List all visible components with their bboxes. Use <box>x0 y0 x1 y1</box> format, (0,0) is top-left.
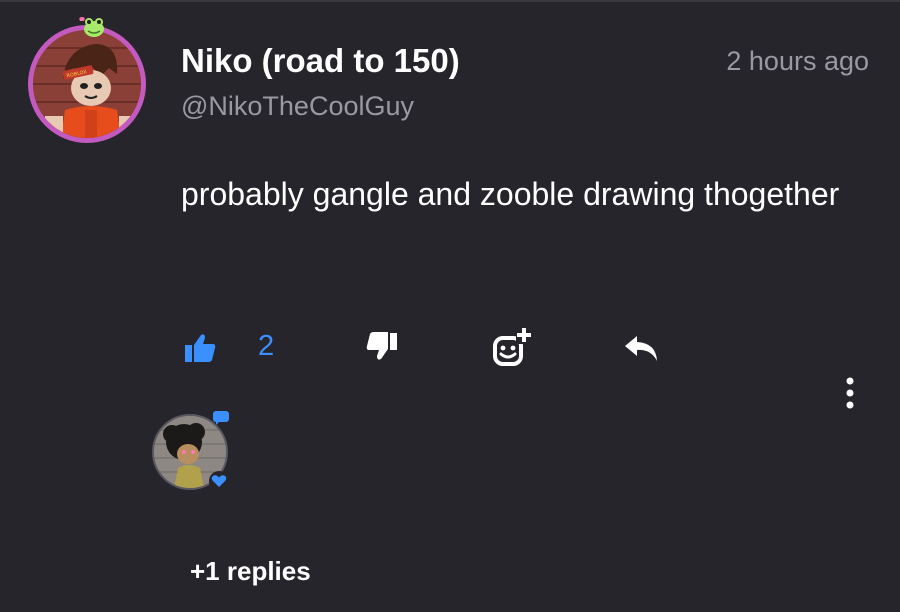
frog-badge-icon <box>79 17 104 37</box>
author-avatar-container[interactable]: ROBLOX <box>28 15 154 145</box>
author-avatar[interactable]: ROBLOX <box>28 25 146 143</box>
thumbs-up-icon <box>185 334 216 362</box>
author-handle[interactable]: @NikoTheCoolGuy <box>181 91 414 122</box>
add-reaction-button[interactable] <box>490 326 534 370</box>
chat-bubble-icon <box>213 411 229 425</box>
comment-screen: ROBLOX Niko (road to 150) @NikoTheCoolGu… <box>0 0 900 612</box>
more-options-button[interactable] <box>838 377 862 409</box>
view-replies-link[interactable]: +1 replies <box>190 556 311 587</box>
comment-actions-bar: 2 <box>0 320 900 376</box>
thumbs-down-icon <box>366 332 397 360</box>
top-divider <box>0 0 900 2</box>
add-reaction-icon <box>493 328 531 366</box>
vertical-ellipsis-icon <box>846 377 854 409</box>
reply-arrow-icon <box>625 336 657 361</box>
dislike-button[interactable] <box>364 328 400 364</box>
comment-text: probably gangle and zooble drawing thoge… <box>181 176 840 212</box>
comment-timestamp: 2 hours ago <box>726 46 869 76</box>
reply-preview[interactable] <box>152 410 236 494</box>
avatar-image: ROBLOX <box>33 30 141 138</box>
reply-button[interactable] <box>622 330 662 366</box>
heart-icon <box>209 471 229 491</box>
like-count: 2 <box>258 330 275 362</box>
like-button[interactable] <box>182 330 218 366</box>
author-name[interactable]: Niko (road to 150) <box>181 42 460 80</box>
